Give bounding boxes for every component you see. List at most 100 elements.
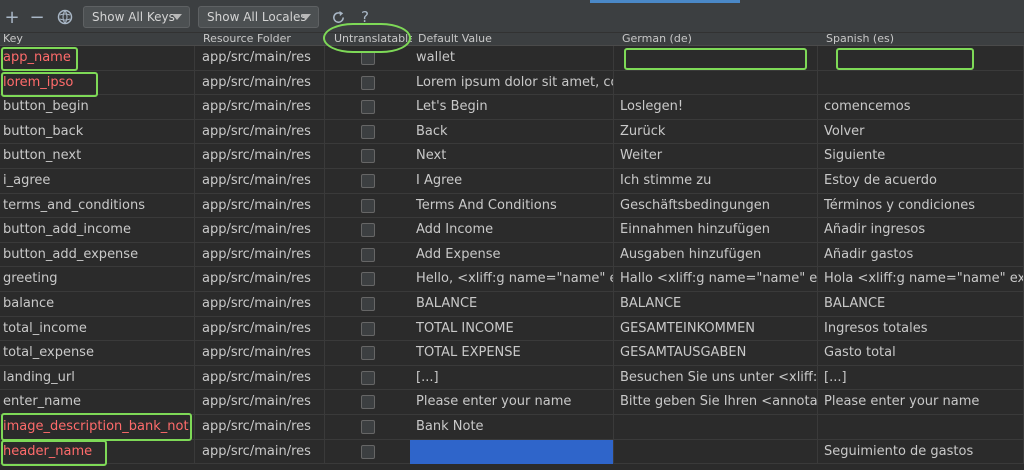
help-icon[interactable]: ? <box>355 7 375 27</box>
resource-folder-cell[interactable]: app/src/main/res <box>195 169 325 194</box>
default-value-cell[interactable]: wallet <box>410 46 614 71</box>
spanish-cell[interactable]: Ingresos totales <box>818 316 1024 342</box>
german-cell[interactable]: Ich stimme zu <box>614 169 818 194</box>
untranslatable-checkbox[interactable] <box>361 124 375 139</box>
spanish-cell[interactable]: Siguiente <box>818 144 1024 169</box>
key-cell[interactable]: terms_and_conditions <box>0 193 195 219</box>
column-header-resource-folder[interactable]: Resource Folder <box>203 33 323 46</box>
resource-folder-cell[interactable]: app/src/main/res <box>195 95 325 120</box>
resource-folder-cell[interactable]: app/src/main/res <box>195 390 325 415</box>
resource-folder-cell[interactable]: app/src/main/res <box>195 439 325 465</box>
default-value-cell[interactable]: BALANCE <box>410 292 614 317</box>
table-row[interactable]: button_back app/src/main/res Back Zurück Vol… <box>0 119 1024 145</box>
spanish-cell[interactable]: Volver <box>818 119 1024 145</box>
resource-folder-cell[interactable]: app/src/main/res <box>195 144 325 169</box>
spanish-cell[interactable] <box>818 46 1024 71</box>
default-value-cell[interactable]: Hello, <xliff:g name="name" e <box>410 267 614 292</box>
untranslatable-checkbox[interactable] <box>361 100 375 115</box>
spanish-cell[interactable]: BALANCE <box>818 292 1024 317</box>
locales-filter-dropdown[interactable]: Show All Locales <box>198 6 319 28</box>
key-cell[interactable]: landing_url <box>0 365 195 391</box>
resource-folder-cell[interactable]: app/src/main/res <box>195 415 325 440</box>
german-cell[interactable]: GESAMTEINKOMMEN <box>614 316 818 342</box>
table-row[interactable]: balance app/src/main/res BALANCE BALANCE BAL… <box>0 292 1024 317</box>
spanish-cell[interactable]: Estoy de acuerdo <box>818 169 1024 194</box>
reload-icon[interactable] <box>328 7 348 27</box>
untranslatable-checkbox[interactable] <box>361 395 375 410</box>
column-header-german[interactable]: German (de) <box>622 33 812 46</box>
default-value-cell[interactable]: I Agree <box>410 169 614 194</box>
table-row[interactable]: app_name app/src/main/res wallet <box>0 46 1024 71</box>
table-row[interactable]: button_add_income app/src/main/res Add Inc… <box>0 218 1024 243</box>
table-row[interactable]: button_add_expense app/src/main/res Add Ex… <box>0 242 1024 268</box>
key-cell[interactable]: total_income <box>0 316 195 342</box>
untranslatable-checkbox[interactable] <box>361 420 375 434</box>
untranslatable-checkbox[interactable] <box>361 223 375 238</box>
untranslatable-checkbox[interactable] <box>361 346 375 361</box>
key-cell[interactable]: enter_name <box>0 390 195 415</box>
globe-icon[interactable] <box>55 7 75 27</box>
key-cell[interactable]: button_begin <box>0 95 195 120</box>
table-row[interactable]: total_expense app/src/main/res TOTAL EXPEN… <box>0 341 1024 366</box>
default-value-cell[interactable]: Add Income <box>410 218 614 243</box>
default-value-cell[interactable]: [...] <box>410 365 614 391</box>
key-cell[interactable]: lorem_ipso <box>0 70 195 96</box>
key-cell[interactable]: button_add_expense <box>0 242 195 268</box>
german-cell[interactable]: Einnahmen hinzufügen <box>614 218 818 243</box>
spanish-cell[interactable]: Hola <xliff:g name="name" ex <box>818 267 1024 292</box>
german-cell[interactable] <box>614 415 818 440</box>
resource-folder-cell[interactable]: app/src/main/res <box>195 292 325 317</box>
untranslatable-checkbox[interactable] <box>361 321 375 336</box>
resource-folder-cell[interactable]: app/src/main/res <box>195 193 325 219</box>
column-header-default-value[interactable]: Default Value <box>418 33 608 46</box>
default-value-cell[interactable]: Bank Note <box>410 415 614 440</box>
german-cell[interactable]: BALANCE <box>614 292 818 317</box>
key-cell[interactable]: header_name <box>0 439 195 465</box>
german-cell[interactable]: GESAMTAUSGABEN <box>614 341 818 366</box>
table-row[interactable]: enter_name app/src/main/res Please enter y… <box>0 390 1024 415</box>
keys-filter-dropdown[interactable]: Show All Keys <box>83 6 190 28</box>
minus-icon[interactable]: − <box>27 7 47 28</box>
spanish-cell[interactable]: comencemos <box>818 95 1024 120</box>
column-header-spanish[interactable]: Spanish (es) <box>826 33 1016 46</box>
default-value-cell[interactable]: Let's Begin <box>410 95 614 120</box>
default-value-cell[interactable]: TOTAL EXPENSE <box>410 341 614 366</box>
column-header-untranslatable[interactable]: Untranslatable <box>334 33 412 46</box>
resource-folder-cell[interactable]: app/src/main/res <box>195 218 325 243</box>
spanish-cell[interactable] <box>818 70 1024 96</box>
untranslatable-checkbox[interactable] <box>361 149 375 164</box>
table-row[interactable]: terms_and_conditions app/src/main/res Term… <box>0 193 1024 219</box>
german-cell[interactable]: Bitte geben Sie Ihren <annotat <box>614 390 818 415</box>
key-cell[interactable]: button_add_income <box>0 218 195 243</box>
table-row[interactable]: button_next app/src/main/res Next Weiter Sig… <box>0 144 1024 169</box>
key-cell[interactable]: i_agree <box>0 169 195 194</box>
key-cell[interactable]: total_expense <box>0 341 195 366</box>
spanish-cell[interactable]: Please enter your name <box>818 390 1024 415</box>
table-row[interactable]: image_description_bank_not app/src/main/r… <box>0 415 1024 440</box>
resource-folder-cell[interactable]: app/src/main/res <box>195 365 325 391</box>
resource-folder-cell[interactable]: app/src/main/res <box>195 341 325 366</box>
spanish-cell[interactable]: Añadir gastos <box>818 242 1024 268</box>
german-cell[interactable]: Besuchen Sie uns unter <xliff:g <box>614 365 818 391</box>
german-cell[interactable]: Hallo <xliff:g name="name" ex <box>614 267 818 292</box>
selected-default-value-cell[interactable] <box>410 439 614 465</box>
table-row[interactable]: lorem_ipso app/src/main/res Lorem ipsum do… <box>0 70 1024 96</box>
untranslatable-checkbox[interactable] <box>361 51 375 65</box>
table-row[interactable]: button_begin app/src/main/res Let's Begin L… <box>0 95 1024 120</box>
resource-folder-cell[interactable]: app/src/main/res <box>195 119 325 145</box>
default-value-cell[interactable]: Terms And Conditions <box>410 193 614 219</box>
resource-folder-cell[interactable]: app/src/main/res <box>195 267 325 292</box>
untranslatable-checkbox[interactable] <box>361 370 375 385</box>
table-row[interactable]: landing_url app/src/main/res [...] Besuchen… <box>0 365 1024 391</box>
german-cell[interactable] <box>614 439 818 465</box>
key-cell[interactable]: button_next <box>0 144 195 169</box>
german-cell[interactable]: Geschäftsbedingungen <box>614 193 818 219</box>
untranslatable-checkbox[interactable] <box>361 174 375 188</box>
untranslatable-checkbox[interactable] <box>361 297 375 311</box>
column-header-key[interactable]: Key <box>3 33 193 46</box>
key-cell[interactable]: button_back <box>0 119 195 145</box>
default-value-cell[interactable]: Please enter your name <box>410 390 614 415</box>
default-value-cell[interactable]: Add Expense <box>410 242 614 268</box>
key-cell[interactable]: balance <box>0 292 195 317</box>
spanish-cell[interactable]: Gasto total <box>818 341 1024 366</box>
